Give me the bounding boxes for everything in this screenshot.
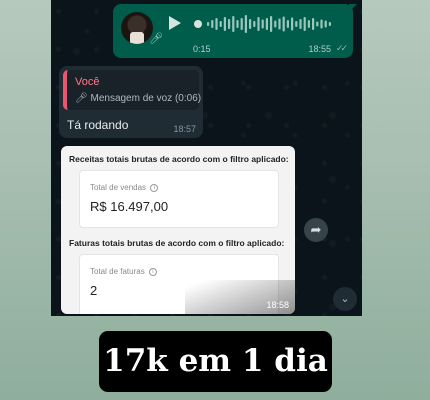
waveform-bar [299, 19, 302, 29]
waveform-bar [244, 15, 247, 33]
read-status-icon: ✓✓ [335, 43, 348, 53]
quoted-message[interactable]: Você 🎤︎ Mensagem de voz (0:06) [63, 70, 201, 110]
waveform-bar [257, 17, 260, 31]
waveform-bar [324, 20, 327, 28]
audio-waveform[interactable] [193, 13, 333, 35]
waveform-bar [320, 19, 323, 29]
revenue-heading: Receitas totais brutas de acordo com o f… [69, 154, 289, 164]
waveform-bar [282, 16, 285, 32]
message-time: 18:58 [266, 300, 289, 310]
info-icon: i [148, 267, 157, 276]
waveform-bar [223, 17, 226, 31]
invoices-total-value: 2 [90, 283, 98, 298]
forward-icon[interactable]: ➦ [304, 218, 328, 242]
caption-text: 17k em 1 dia [99, 331, 332, 392]
chat-screen: 🎤︎ 0:15 18:55 ✓✓ Você 🎤︎ Mensagem de voz… [51, 0, 362, 316]
waveform-bar [295, 21, 298, 27]
quoted-text-label: Mensagem de voz (0:06) [90, 93, 202, 104]
waveform-bar [211, 20, 214, 28]
waveform-bar [303, 17, 306, 31]
waveform-bar [232, 16, 235, 32]
reply-message-bubble[interactable]: Você 🎤︎ Mensagem de voz (0:06) Tá rodand… [59, 66, 203, 138]
waveform-scrubber[interactable] [194, 20, 202, 28]
waveform-bar [278, 18, 281, 30]
message-time: 18:55 [308, 44, 331, 54]
message-time: 18:57 [173, 124, 196, 134]
waveform-bar [240, 18, 243, 30]
waveform-bar [207, 22, 210, 26]
waveform-bar [312, 18, 315, 30]
sales-total-panel: Total de vendas i R$ 16.497,00 [79, 170, 279, 228]
sales-total-label-text: Total de vendas [90, 183, 147, 192]
voice-duration: 0:15 [193, 44, 211, 54]
info-icon: i [150, 183, 159, 192]
microphone-icon: 🎤︎ [149, 33, 163, 45]
waveform-bar [261, 19, 264, 29]
sales-total-label: Total de vendas i [90, 183, 159, 192]
waveform-bar [270, 16, 273, 32]
waveform-bar [236, 20, 239, 28]
invoices-total-label-text: Total de faturas [90, 267, 145, 276]
quoted-text: 🎤︎ Mensagem de voz (0:06) [75, 93, 201, 104]
chevron-down-icon[interactable]: ⌄ [333, 287, 357, 311]
waveform-bar [274, 20, 277, 28]
invoices-total-label: Total de faturas i [90, 267, 157, 276]
sales-total-value: R$ 16.497,00 [90, 199, 169, 214]
message-text: Tá rodando [67, 118, 129, 132]
waveform-bar [219, 21, 222, 27]
voice-message-bubble: 🎤︎ 0:15 18:55 ✓✓ [113, 4, 353, 58]
bubble-tail [349, 4, 357, 12]
waveform-bar [328, 22, 331, 26]
waveform-bar [291, 17, 294, 31]
waveform-bar [253, 21, 256, 27]
waveform-bar [316, 21, 319, 27]
play-icon[interactable] [169, 16, 181, 30]
waveform-bar [249, 19, 252, 29]
image-message[interactable]: Receitas totais brutas de acordo com o f… [61, 146, 295, 314]
microphone-icon: 🎤︎ [75, 93, 88, 104]
waveform-bar [307, 20, 310, 28]
waveform-bar [228, 19, 231, 29]
waveform-bar [265, 18, 268, 30]
waveform-bar [286, 20, 289, 28]
waveform-bar [215, 18, 218, 30]
quoted-author: Você [75, 76, 100, 88]
invoices-heading: Faturas totais brutas de acordo com o fi… [69, 238, 285, 248]
